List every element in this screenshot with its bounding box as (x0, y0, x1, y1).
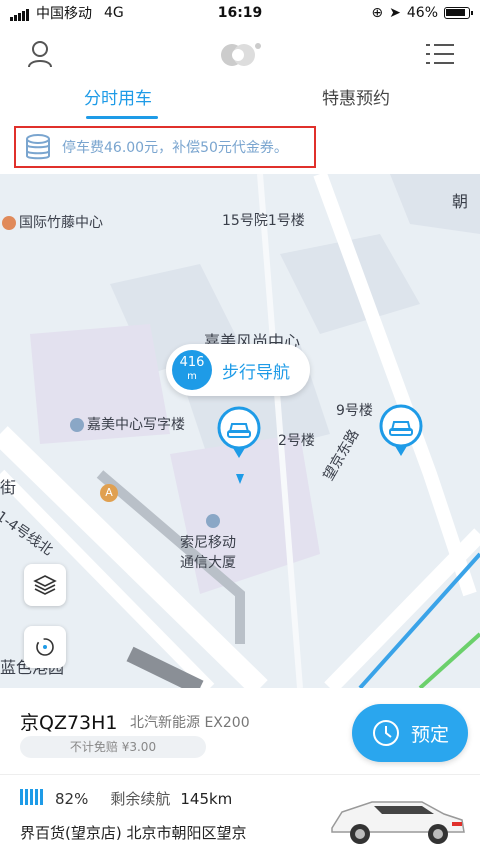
map-view[interactable]: 国际竹藤中心 15号院1号楼 朝 嘉美风尚中心 嘉美中心写字楼 9号楼 2号楼 … (0, 174, 480, 688)
signal-icon (10, 5, 30, 21)
battery-level-icon (20, 788, 45, 809)
status-bar: 中国移动 4G 16:19 ⊕ ➤ 46% (0, 0, 480, 26)
parking-compensation-notice[interactable]: 停车费46.00元，补偿50元代金券。 (14, 126, 316, 168)
layers-icon (33, 575, 57, 595)
walk-distance-unit: m (187, 371, 197, 382)
vehicle-model: 北汽新能源 EX200 (130, 715, 250, 731)
tab-bar: 分时用车 特惠预约 (0, 84, 480, 124)
tab-special-reservation[interactable]: 特惠预约 (322, 84, 390, 109)
walk-distance-value: 416 (179, 355, 205, 370)
card-divider (0, 774, 480, 775)
battery-level: 82% (55, 789, 89, 808)
waiver-fee-chip: 不计免赔 ¥3.00 (20, 736, 206, 758)
range-label: 剩余续航 (110, 790, 171, 808)
car-location-pin[interactable] (378, 404, 424, 460)
walk-distance-badge: 416 m (172, 350, 212, 390)
active-tab-indicator (86, 116, 158, 119)
network-label: 4G (104, 5, 124, 21)
vehicle-card[interactable]: 京QZ73H1 北汽新能源 EX200 不计免赔 ¥3.00 预定 82% 剩余… (0, 688, 480, 854)
location-arrow-icon: ➤ (389, 5, 401, 21)
car-image (331, 801, 465, 844)
walk-navigation-bubble[interactable]: 416 m 步行导航 (166, 344, 310, 396)
map-label-building9: 9号楼 (336, 403, 373, 419)
book-button[interactable]: 预定 (352, 704, 468, 762)
car-location-pin-selected[interactable] (216, 406, 262, 462)
tab-hourly-rental[interactable]: 分时用车 (84, 84, 152, 109)
rotation-lock-icon: ⊕ (371, 5, 384, 21)
app-logo-icon (221, 43, 261, 66)
locate-icon (36, 638, 54, 656)
map-poi-a: A (100, 484, 118, 502)
map-label-sony: 索尼移动 (180, 514, 236, 552)
carrier-label: 中国移动 (36, 6, 92, 22)
walk-navigation-label: 步行导航 (222, 362, 290, 383)
coin-stack-icon (26, 134, 50, 160)
list-menu-icon[interactable] (426, 42, 454, 66)
locate-me-button[interactable] (24, 626, 66, 668)
clock-icon (372, 720, 399, 746)
notice-text: 停车费46.00元，补偿50元代金券。 (62, 140, 288, 156)
vehicle-address: 界百货(望京店) 北京市朝阳区望京 (20, 824, 247, 842)
vehicle-plate: 京QZ73H1 (20, 712, 118, 734)
map-label-zhuteng: 国际竹藤中心 (2, 212, 103, 232)
book-button-label: 预定 (410, 723, 449, 746)
battery-row: 82% 剩余续航 145km (20, 788, 232, 809)
range-value: 145km (180, 789, 233, 808)
map-label-chao: 朝 (452, 192, 469, 211)
map-label-sony2: 通信大厦 (180, 555, 236, 571)
map-label-jie: 街 (0, 478, 17, 497)
battery-percent: 46% (406, 5, 438, 21)
top-bar (0, 26, 480, 84)
clock: 16:19 (217, 5, 263, 21)
battery-icon (444, 7, 473, 19)
map-label-jiamei-office: 嘉美中心写字楼 (70, 414, 185, 434)
map-label-building2: 2号楼 (278, 433, 315, 449)
user-icon[interactable] (26, 40, 54, 68)
map-layers-button[interactable] (24, 564, 66, 606)
map-label-building15: 15号院1号楼 (222, 213, 305, 229)
